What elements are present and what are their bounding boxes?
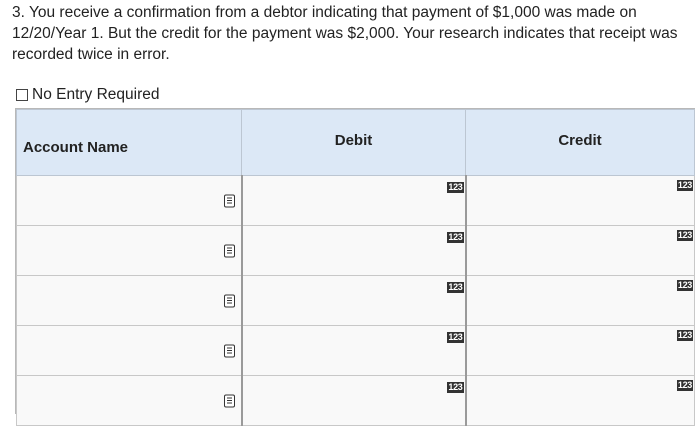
- list-icon[interactable]: [223, 244, 235, 257]
- numeric-123-icon: 123: [447, 282, 464, 293]
- numeric-123-icon: 123: [676, 380, 693, 391]
- credit-field[interactable]: 123: [465, 225, 695, 276]
- list-icon[interactable]: [223, 294, 235, 307]
- account-name-field[interactable]: [16, 175, 243, 226]
- account-name-field[interactable]: [16, 375, 243, 426]
- no-entry-required-option[interactable]: No Entry Required: [16, 86, 160, 104]
- debit-header: Debit: [241, 109, 466, 176]
- list-icon[interactable]: [223, 394, 235, 407]
- account-name-field[interactable]: [16, 325, 243, 376]
- credit-field[interactable]: 123: [465, 175, 695, 226]
- journal-row: 123 123: [16, 275, 695, 326]
- journal-row: 123 123: [16, 325, 695, 376]
- debit-field[interactable]: 123: [241, 225, 467, 276]
- journal-row: 123 123: [16, 225, 695, 276]
- numeric-123-icon: 123: [676, 180, 693, 191]
- debit-field[interactable]: 123: [241, 375, 467, 426]
- numeric-123-icon: 123: [447, 182, 464, 193]
- question-text: 3. You receive a confirmation from a deb…: [12, 4, 678, 63]
- account-name-field[interactable]: [16, 275, 243, 326]
- numeric-123-icon: 123: [447, 232, 464, 243]
- no-entry-checkbox[interactable]: [16, 89, 28, 101]
- numeric-123-icon: 123: [676, 280, 693, 291]
- no-entry-label: No Entry Required: [32, 86, 160, 103]
- journal-row: 123 123: [16, 175, 695, 226]
- credit-field[interactable]: 123: [465, 275, 695, 326]
- debit-field[interactable]: 123: [241, 275, 467, 326]
- credit-field[interactable]: 123: [465, 375, 695, 426]
- debit-field[interactable]: 123: [241, 175, 467, 226]
- numeric-123-icon: 123: [447, 332, 464, 343]
- credit-field[interactable]: 123: [465, 325, 695, 376]
- debit-field[interactable]: 123: [241, 325, 467, 376]
- journal-row: 123 123: [16, 375, 695, 426]
- numeric-123-icon: 123: [447, 382, 464, 393]
- journal-entry-table: Account Name Debit Credit 123 123 123 12…: [15, 108, 695, 426]
- account-name-field[interactable]: [16, 225, 243, 276]
- numeric-123-icon: 123: [676, 330, 693, 341]
- list-icon[interactable]: [223, 194, 235, 207]
- account-name-header: Account Name: [16, 109, 242, 176]
- numeric-123-icon: 123: [676, 230, 693, 241]
- credit-header: Credit: [465, 109, 695, 176]
- list-icon[interactable]: [223, 344, 235, 357]
